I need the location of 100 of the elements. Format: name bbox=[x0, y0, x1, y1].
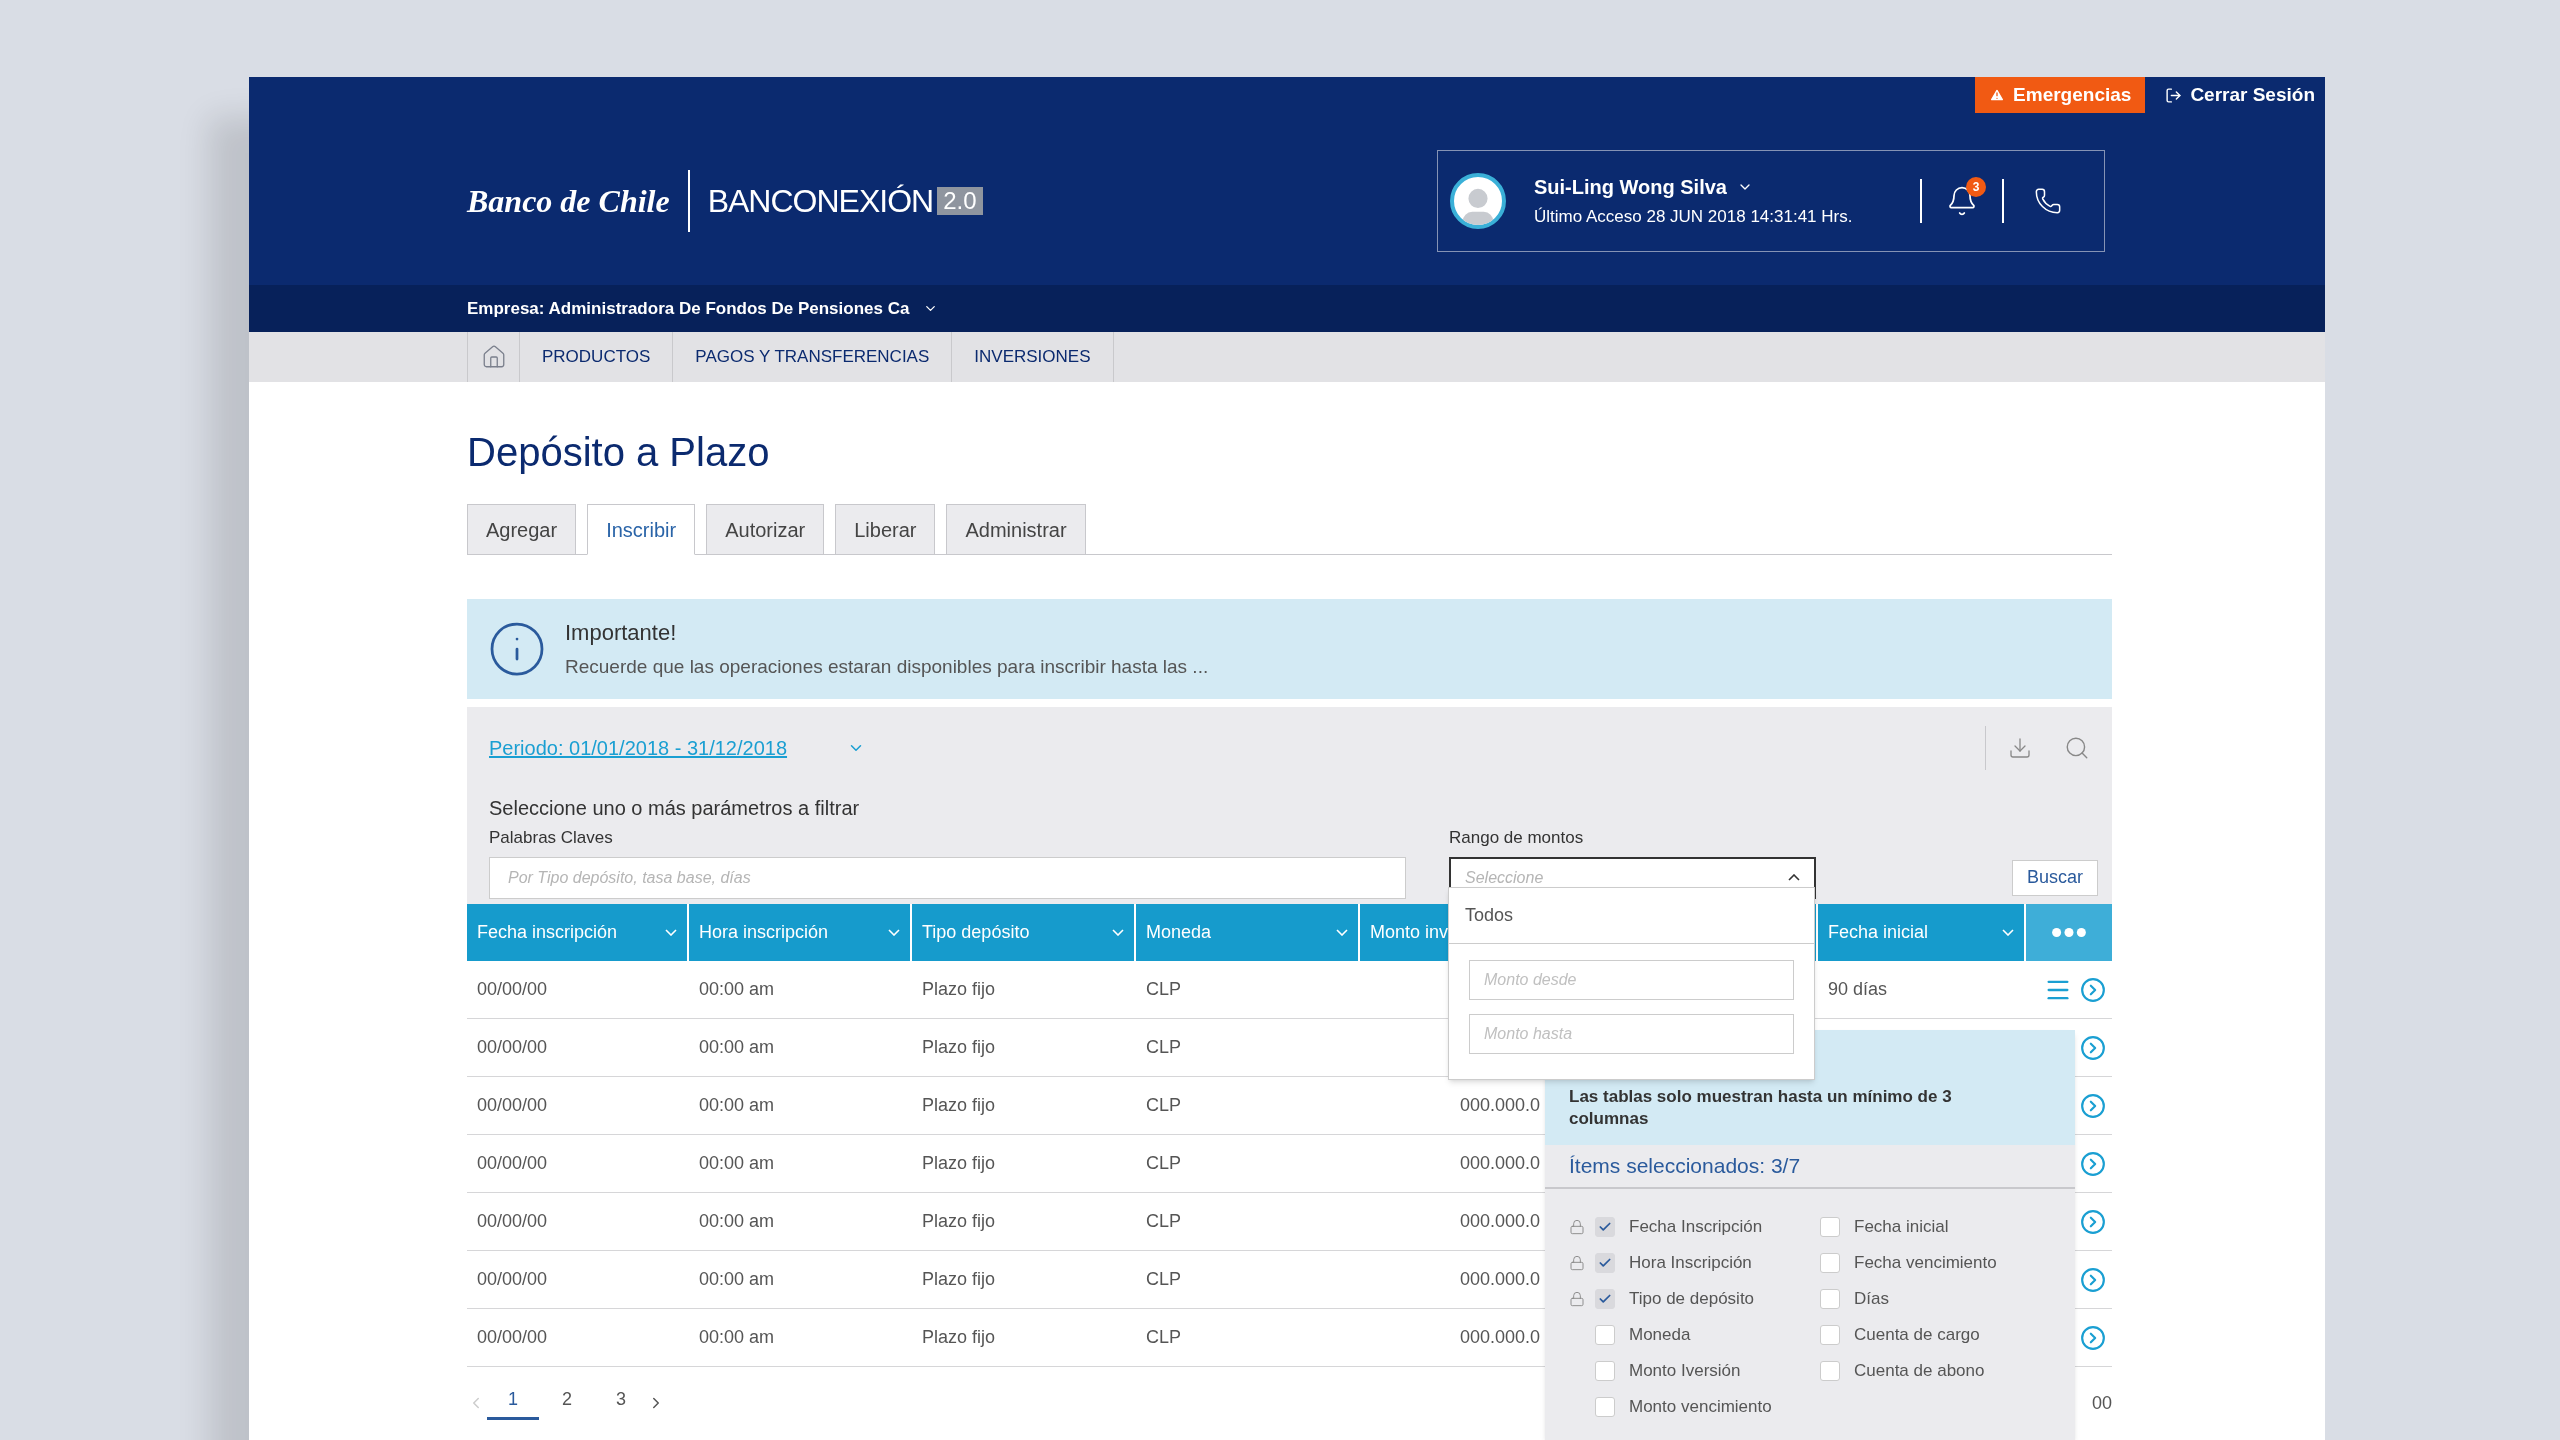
chevron-circle-icon[interactable] bbox=[2080, 976, 2106, 1003]
page-link[interactable]: 1 bbox=[487, 1386, 539, 1420]
checkbox[interactable] bbox=[1820, 1217, 1840, 1237]
table-cell: 000.000.0 bbox=[1460, 1211, 1541, 1231]
warning-icon bbox=[1989, 87, 2006, 103]
checkbox-label: Días bbox=[1854, 1288, 1889, 1311]
logout-link[interactable]: Cerrar Sesión bbox=[2165, 77, 2315, 113]
table-cell: Plazo fijo bbox=[922, 1327, 996, 1347]
checkbox-label: Cuenta de abono bbox=[1854, 1360, 1985, 1383]
page-link[interactable]: 2 bbox=[541, 1386, 593, 1420]
table-cell: 00:00 am bbox=[699, 1327, 775, 1347]
chevron-icon bbox=[1112, 929, 1124, 936]
chevron-icon bbox=[2002, 929, 2014, 936]
chevron-circle-icon[interactable] bbox=[2080, 1208, 2106, 1235]
company-selector[interactable]: Empresa: Administradora De Fondos De Pensiones Ca bbox=[467, 295, 939, 322]
table-cell: 00:00 am bbox=[699, 1269, 775, 1289]
table-cell: CLP bbox=[1146, 1211, 1181, 1231]
table-cell: CLP bbox=[1146, 1153, 1181, 1173]
chevron-icon bbox=[665, 929, 677, 936]
table-cell: Plazo fijo bbox=[922, 979, 996, 999]
checkbox-label: Cuenta de cargo bbox=[1854, 1324, 1980, 1347]
table-cell: 00/00/00 bbox=[477, 1269, 548, 1289]
amount-from-field[interactable]: Monto desde bbox=[1469, 960, 1794, 1000]
user-name[interactable]: Sui-Ling Wong Silva bbox=[1534, 172, 1853, 203]
notification-badge: 3 bbox=[1966, 177, 1986, 197]
table-cell: Plazo fijo bbox=[922, 1153, 996, 1173]
last-access-text: Último Acceso 28 JUN 2018 14:31:41 Hrs. bbox=[1534, 206, 1853, 229]
chevron-circle-icon[interactable] bbox=[2080, 1150, 2106, 1177]
pagination-text: 00 bbox=[2091, 1391, 2112, 1415]
dropdown-option[interactable]: Todos bbox=[1449, 888, 1814, 944]
table-cell: 000.000.0 bbox=[1460, 1153, 1541, 1173]
chevron-icon bbox=[888, 929, 900, 936]
checkbox[interactable] bbox=[1820, 1325, 1840, 1345]
checkbox-label: Hora Inscripción bbox=[1629, 1252, 1752, 1275]
filter-prompt: Seleccione uno o más parámetros a filtrar bbox=[488, 796, 861, 821]
checkbox[interactable] bbox=[1595, 1397, 1615, 1417]
version-badge: 2.0 bbox=[937, 187, 983, 215]
table-cell: 00/00/00 bbox=[477, 979, 548, 999]
tab[interactable]: Administrar bbox=[946, 504, 1086, 555]
table-cell: 00/00/00 bbox=[477, 1153, 548, 1173]
checkbox-label: Fecha vencimiento bbox=[1854, 1252, 1997, 1275]
checkbox-label: Monto vencimiento bbox=[1629, 1396, 1772, 1419]
avatar-icon bbox=[1450, 173, 1506, 229]
tab[interactable]: Agregar bbox=[467, 504, 577, 555]
table-cell: CLP bbox=[1146, 1327, 1181, 1347]
checkbox-label: Tipo de depósito bbox=[1629, 1288, 1755, 1311]
tab[interactable]: Autorizar bbox=[706, 504, 825, 555]
table-cell: 00:00 am bbox=[699, 1095, 775, 1115]
table-cell: 00:00 am bbox=[699, 1211, 775, 1231]
check-icon bbox=[1598, 1220, 1612, 1234]
checkbox[interactable] bbox=[1820, 1289, 1840, 1309]
selected-count: Ítems seleccionados: 3/7 bbox=[1569, 1153, 1801, 1180]
nav-link[interactable]: PRODUCTOS bbox=[520, 332, 674, 382]
table-cell: 00:00 am bbox=[699, 1153, 775, 1173]
download-icon[interactable] bbox=[2008, 736, 2032, 760]
table-cell: 00:00 am bbox=[699, 979, 775, 999]
product-name: BANCONEXIÓN bbox=[707, 182, 934, 221]
table-cell: CLP bbox=[1146, 1269, 1181, 1289]
table-cell: 90 días bbox=[1828, 979, 1888, 999]
table-cell: 00/00/00 bbox=[477, 1327, 548, 1347]
table-cell: Plazo fijo bbox=[922, 1211, 996, 1231]
table-cell: 00/00/00 bbox=[477, 1211, 548, 1231]
search-icon[interactable] bbox=[2064, 735, 2090, 761]
keywords-field[interactable]: Por Tipo depósito, tasa base, días bbox=[489, 856, 1406, 899]
checkbox[interactable] bbox=[1595, 1361, 1615, 1381]
tab[interactable]: Liberar bbox=[835, 504, 936, 555]
table-cell: 000.000.0 bbox=[1460, 1269, 1541, 1289]
logout-icon bbox=[2165, 86, 2183, 104]
chevron-circle-icon[interactable] bbox=[2080, 1092, 2106, 1119]
page-link[interactable]: 3 bbox=[595, 1386, 647, 1420]
more-icon bbox=[2052, 928, 2086, 937]
phone-icon[interactable] bbox=[2034, 187, 2062, 215]
chevron-circle-icon[interactable] bbox=[2080, 1324, 2106, 1351]
checkbox[interactable] bbox=[1595, 1253, 1615, 1273]
nav-link[interactable]: INVERSIONES bbox=[952, 332, 1114, 382]
checkbox-label: Monto Iversión bbox=[1629, 1360, 1741, 1383]
checkbox-label: Moneda bbox=[1629, 1324, 1691, 1347]
chevron-circle-icon[interactable] bbox=[2080, 1034, 2106, 1061]
table-cell: 00:00 am bbox=[699, 1037, 775, 1057]
field-label: Palabras Claves bbox=[489, 827, 614, 849]
field-label: Rango de montos bbox=[1449, 827, 1585, 849]
notice-title: Importante! bbox=[565, 619, 678, 648]
checkbox[interactable] bbox=[1595, 1325, 1615, 1345]
checkbox[interactable] bbox=[1595, 1289, 1615, 1309]
search-button[interactable]: Buscar bbox=[2011, 859, 2098, 896]
checkbox-label: Fecha inicial bbox=[1854, 1216, 1949, 1239]
table-cell: CLP bbox=[1146, 979, 1181, 999]
nav-link[interactable]: PAGOS Y TRANSFERENCIAS bbox=[673, 332, 953, 382]
chevron-circle-icon[interactable] bbox=[2080, 1266, 2106, 1293]
check-icon bbox=[1598, 1292, 1612, 1306]
check-icon bbox=[1598, 1256, 1612, 1270]
column-menu-button[interactable] bbox=[2026, 904, 2112, 961]
tab[interactable]: Inscribir bbox=[587, 504, 696, 555]
amount-to-field[interactable]: Monto hasta bbox=[1469, 1014, 1794, 1054]
checkbox[interactable] bbox=[1595, 1217, 1615, 1237]
checkbox[interactable] bbox=[1820, 1361, 1840, 1381]
notice-text: Recuerde que las operaciones estaran disponibles para inscribir hasta las ... bbox=[565, 655, 1209, 680]
chevron-icon bbox=[1336, 929, 1348, 936]
checkbox[interactable] bbox=[1820, 1253, 1840, 1273]
table-cell: CLP bbox=[1146, 1037, 1181, 1057]
